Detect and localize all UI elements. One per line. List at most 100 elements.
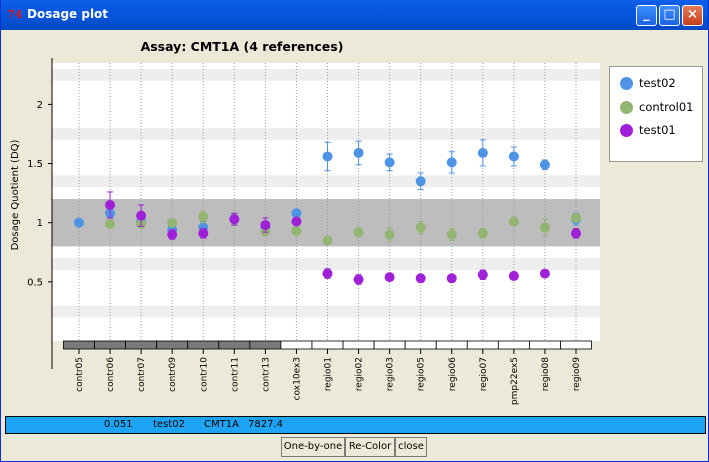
data-point — [353, 227, 364, 238]
x-tick-label: contr10 — [199, 357, 209, 392]
legend-item-test02: test02 — [620, 73, 676, 93]
grid-band — [52, 128, 600, 140]
x-tick-label: regio03 — [386, 357, 396, 391]
plot-grid — [52, 63, 600, 341]
close-icon: × — [687, 7, 698, 22]
legend-label-test02: test02 — [639, 76, 676, 90]
category-bar-segment — [342, 340, 375, 350]
x-tick-label: regio07 — [479, 357, 489, 391]
legend-label-control01: control01 — [639, 100, 694, 114]
y-tick-label: 0.5 — [27, 277, 43, 288]
x-tick-label: regio01 — [324, 357, 334, 391]
title-bar[interactable]: 74 Dosage plot _ □ × — [1, 0, 708, 30]
x-tick-label: regio09 — [572, 357, 582, 391]
data-point — [571, 228, 581, 239]
status-dq: 0.051 — [104, 419, 133, 430]
legend-item-control01: control01 — [620, 97, 694, 117]
x-tick-label: pmp22ex5 — [510, 357, 520, 405]
data-point — [508, 216, 519, 227]
data-point — [384, 272, 395, 283]
x-tick-label: contr09 — [168, 357, 178, 392]
maximize-button[interactable]: □ — [659, 5, 680, 26]
category-bar-segment — [156, 340, 189, 350]
legend-dot-test01 — [620, 123, 633, 137]
category-bar-segment — [249, 340, 282, 350]
data-point — [384, 157, 395, 168]
data-point — [539, 159, 550, 170]
data-point — [353, 147, 364, 158]
data-point — [74, 217, 84, 228]
close-window-button[interactable]: × — [682, 5, 703, 26]
close-button[interactable]: close — [395, 437, 427, 457]
data-point — [446, 273, 457, 284]
x-tick-label: contr05 — [75, 357, 85, 392]
legend-label-test01: test01 — [639, 123, 676, 137]
x-tick-label: contr07 — [137, 357, 147, 392]
data-point — [322, 268, 333, 279]
category-bar-segment — [187, 340, 220, 350]
grid-band — [52, 258, 600, 271]
x-tick-label: regio06 — [448, 357, 458, 391]
grid-band — [52, 305, 600, 318]
y-tick-label: 1.5 — [27, 159, 43, 170]
category-bar-segment — [94, 340, 126, 350]
x-tick-label: regio08 — [541, 357, 551, 391]
minimize-icon: _ — [643, 7, 650, 22]
data-point — [477, 228, 488, 239]
category-bar-segment — [373, 340, 406, 350]
y-tick-label: 1 — [37, 218, 43, 229]
data-point — [322, 235, 333, 246]
data-point — [415, 222, 426, 233]
data-point — [446, 229, 457, 240]
x-tick-label: regio02 — [355, 357, 365, 391]
data-point — [105, 218, 116, 229]
status-assay: CMT1A — [204, 419, 239, 430]
minimize-button[interactable]: _ — [636, 5, 657, 26]
recolor-button[interactable]: Re-Color — [345, 437, 395, 457]
data-point — [415, 176, 426, 187]
data-point — [539, 222, 550, 233]
maximize-icon: □ — [663, 7, 676, 22]
grid-band — [52, 175, 600, 188]
category-bar-segment — [466, 340, 499, 350]
dosage-chart: 0.5 1 1.5 2 contr05 contr06 contr07 contr09 cont… — [10, 39, 600, 405]
y-axis-label: Dosage Quotient (DQ) — [10, 139, 21, 250]
data-point — [105, 199, 116, 210]
x-tick-label: contr11 — [230, 357, 240, 392]
grid-band — [52, 68, 600, 81]
data-point — [446, 157, 457, 168]
data-point — [291, 225, 302, 236]
status-value: 7827.4 — [248, 419, 283, 430]
window-title: Dosage plot — [27, 7, 109, 21]
data-point — [322, 151, 333, 162]
data-point — [539, 268, 550, 279]
legend: test02 control01 test01 — [609, 66, 703, 162]
legend-dot-test02 — [620, 76, 633, 90]
category-bar-segment — [560, 340, 592, 350]
data-point — [571, 212, 581, 223]
x-tick-label: regio05 — [417, 357, 427, 391]
legend-dot-control01 — [620, 100, 633, 114]
data-point — [136, 210, 147, 221]
category-bar-segment — [280, 340, 313, 350]
x-tick-label: contr13 — [261, 357, 271, 392]
x-tick-label: cox10ex3 — [292, 357, 302, 400]
data-point — [260, 220, 271, 231]
data-point — [384, 229, 395, 240]
x-tick-label: contr06 — [106, 357, 116, 392]
category-bar-segment — [529, 340, 561, 350]
category-bar-segment — [404, 340, 437, 350]
data-point — [477, 147, 488, 158]
dosage-plot-window: 74 Dosage plot _ □ × 0.5 1 1.5 2 contr05 cont… — [0, 0, 709, 462]
status-sample: test02 — [153, 419, 185, 430]
data-point — [477, 269, 488, 280]
category-bar-segment — [218, 340, 251, 350]
data-point — [167, 229, 178, 240]
java-duke-icon: 74 — [7, 8, 23, 21]
data-point — [415, 273, 426, 284]
chart-title: Assay: CMT1A (4 references) — [141, 39, 344, 54]
data-point — [167, 217, 178, 228]
one-by-one-button[interactable]: One-by-one — [281, 437, 345, 457]
data-point — [229, 214, 240, 225]
data-point — [353, 274, 364, 285]
